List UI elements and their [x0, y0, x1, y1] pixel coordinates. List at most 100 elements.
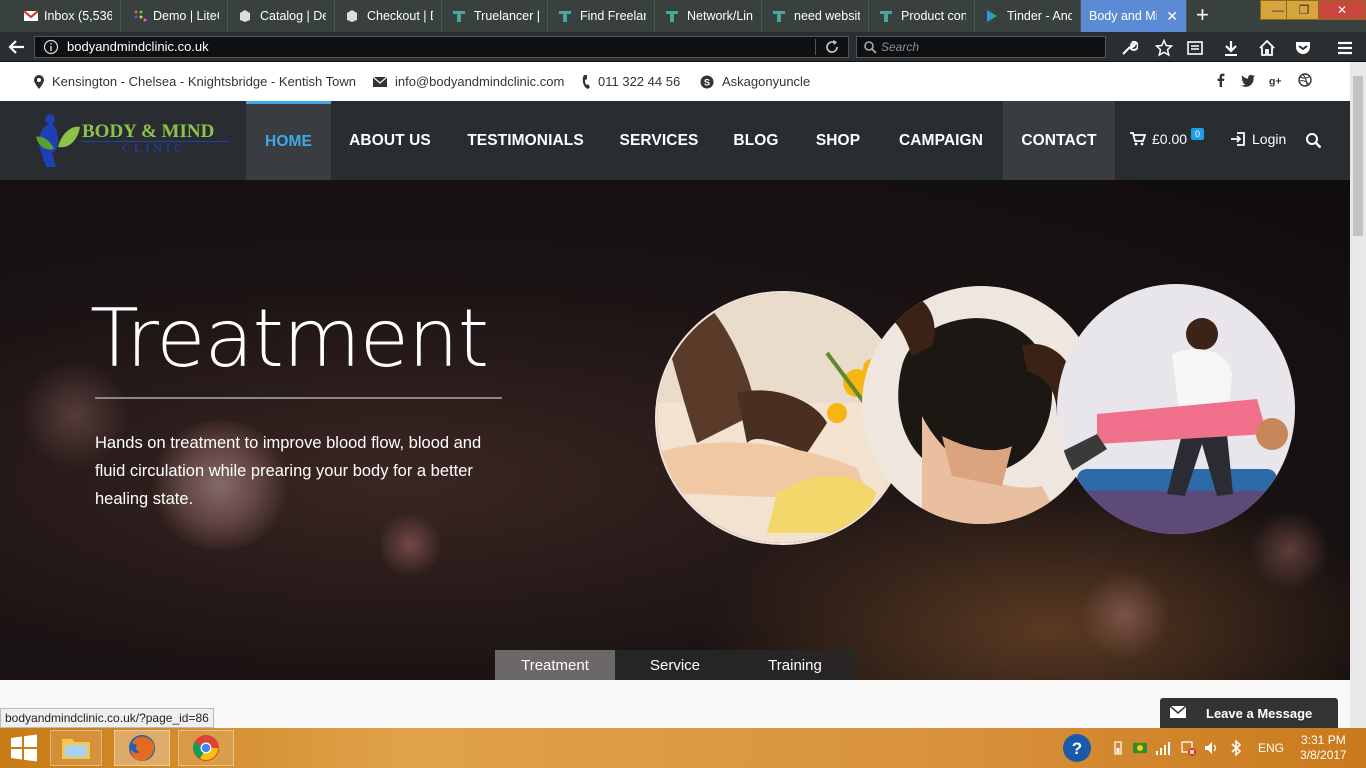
leave-message-button[interactable]: Leave a Message: [1160, 698, 1338, 728]
phone-item: 011 322 44 56: [582, 74, 680, 89]
close-tab-icon[interactable]: ✕: [1166, 8, 1178, 25]
site-logo[interactable]: BODY & MIND CLINIC: [30, 111, 235, 171]
skype-icon: S: [700, 75, 714, 88]
windows-start-icon[interactable]: [10, 734, 38, 762]
wrench-icon[interactable]: [1120, 39, 1138, 57]
search-icon: [864, 41, 877, 54]
stretching-session-image: [1057, 284, 1295, 534]
chrome-icon: [193, 735, 219, 761]
download-icon[interactable]: [1222, 39, 1240, 57]
truelancer-icon: [666, 11, 678, 22]
slider-tab-treatment[interactable]: Treatment: [495, 650, 615, 680]
scrollbar-thumb[interactable]: [1353, 76, 1363, 236]
browser-tab[interactable]: Product con: [869, 0, 975, 32]
folder-icon: [62, 739, 90, 759]
tab-label: Find Freelan: [580, 9, 646, 23]
reload-icon[interactable]: [824, 39, 840, 55]
taskbar-firefox[interactable]: [114, 730, 170, 766]
clock-time: 3:31 PM: [1301, 733, 1346, 747]
browser-tab[interactable]: Network/Lin: [655, 0, 762, 32]
browser-tab[interactable]: Truelancer |: [442, 0, 548, 32]
tab-label: need websit: [794, 9, 860, 23]
leave-message-label: Leave a Message: [1206, 705, 1313, 721]
email-text[interactable]: info@bodyandmindclinic.com: [395, 74, 564, 89]
nav-home[interactable]: HOME: [246, 101, 331, 180]
new-tab-button[interactable]: +: [1196, 4, 1209, 26]
volume-icon[interactable]: [1203, 740, 1219, 756]
dots-icon: [134, 10, 147, 22]
info-icon[interactable]: [43, 39, 59, 55]
url-separator: [815, 39, 816, 55]
logo-subtext: CLINIC: [122, 141, 186, 155]
browser-tab[interactable]: Catalog | De: [228, 0, 335, 32]
search-box[interactable]: Search: [856, 36, 1106, 58]
hamburger-menu-icon[interactable]: [1336, 39, 1354, 57]
site-navigation: BODY & MIND CLINIC HOME ABOUT US TESTIMO…: [0, 101, 1350, 180]
firefox-icon: [129, 735, 155, 761]
bluetooth-icon[interactable]: [1228, 740, 1244, 756]
nav-services[interactable]: SERVICES: [608, 101, 710, 180]
maximize-button[interactable]: ❐: [1286, 0, 1322, 20]
nav-contact[interactable]: CONTACT: [1003, 101, 1115, 180]
taskbar-chrome[interactable]: [178, 730, 234, 766]
dribbble-icon[interactable]: [1298, 73, 1312, 87]
nav-about-us[interactable]: ABOUT US: [338, 101, 442, 180]
taskbar-file-explorer[interactable]: [50, 730, 102, 766]
nav-blog[interactable]: BLOG: [722, 101, 790, 180]
hero-slider-tabs: Treatment Service Training: [495, 650, 855, 680]
logo-figure-icon: [36, 114, 80, 167]
browser-tab[interactable]: Tinder - And: [975, 0, 1081, 32]
phone-icon: [582, 74, 590, 89]
back-arrow-icon[interactable]: [6, 36, 28, 58]
browser-tab-active[interactable]: Body and Mi ✕: [1081, 0, 1187, 32]
location-item: Kensington - Chelsea - Knightsbridge - K…: [34, 74, 356, 89]
pocket-icon[interactable]: [1294, 39, 1312, 57]
slider-tab-service[interactable]: Service: [615, 650, 735, 680]
reading-list-icon[interactable]: [1186, 39, 1204, 57]
hero-divider: [95, 397, 502, 399]
nav-testimonials[interactable]: TESTIMONIALS: [455, 101, 596, 180]
nav-shop[interactable]: SHOP: [802, 101, 874, 180]
help-icon[interactable]: ?: [1062, 733, 1092, 763]
page-scrollbar[interactable]: [1350, 62, 1366, 728]
login-link[interactable]: Login: [1230, 131, 1286, 147]
site-top-bar: Kensington - Chelsea - Knightsbridge - K…: [0, 62, 1350, 101]
nav-campaign[interactable]: CAMPAIGN: [886, 101, 996, 180]
network-signal-icon[interactable]: [1155, 740, 1171, 756]
envelope-icon: [1170, 706, 1186, 718]
envelope-icon: [373, 76, 387, 87]
truelancer-icon: [773, 11, 785, 22]
clock-date: 3/8/2017: [1300, 748, 1347, 762]
facebook-icon[interactable]: [1214, 73, 1228, 87]
language-indicator[interactable]: ENG: [1258, 741, 1284, 755]
login-icon: [1231, 132, 1245, 146]
system-clock[interactable]: 3:31 PM 3/8/2017: [1300, 733, 1347, 763]
home-icon[interactable]: [1258, 39, 1276, 57]
browser-tab[interactable]: Find Freelan: [548, 0, 655, 32]
site-search-icon[interactable]: [1305, 132, 1322, 149]
tab-label: Body and Mi: [1089, 9, 1157, 23]
search-placeholder: Search: [881, 40, 920, 54]
skype-item[interactable]: S Askagonyuncle: [700, 74, 810, 89]
cart-link[interactable]: £0.00 0: [1130, 128, 1205, 147]
map-pin-icon: [34, 74, 44, 89]
browser-tab[interactable]: Inbox (5,536): [0, 0, 121, 32]
battery-icon[interactable]: [1110, 740, 1126, 756]
browser-tab[interactable]: Demo | LiteC: [121, 0, 228, 32]
window-close-button[interactable]: ✕: [1318, 0, 1366, 20]
google-plus-icon[interactable]: g+: [1269, 73, 1283, 87]
tab-label: Demo | LiteC: [153, 9, 219, 23]
twitter-icon[interactable]: [1241, 73, 1255, 87]
blossom-decoration: [1250, 510, 1330, 590]
app-tray-icon[interactable]: [1132, 740, 1148, 756]
url-bar[interactable]: bodyandmindclinic.co.uk: [34, 36, 849, 58]
email-item[interactable]: info@bodyandmindclinic.com: [373, 74, 564, 89]
hero-slider: Treatment Hands on treatment to improve …: [0, 180, 1350, 680]
browser-tab[interactable]: Checkout | D: [335, 0, 442, 32]
truelancer-icon: [559, 11, 571, 22]
action-center-icon[interactable]: [1180, 740, 1196, 756]
slider-tab-training[interactable]: Training: [735, 650, 855, 680]
bookmark-star-icon[interactable]: [1155, 39, 1173, 57]
browser-tab[interactable]: need websit: [762, 0, 869, 32]
skype-text[interactable]: Askagonyuncle: [722, 74, 810, 89]
